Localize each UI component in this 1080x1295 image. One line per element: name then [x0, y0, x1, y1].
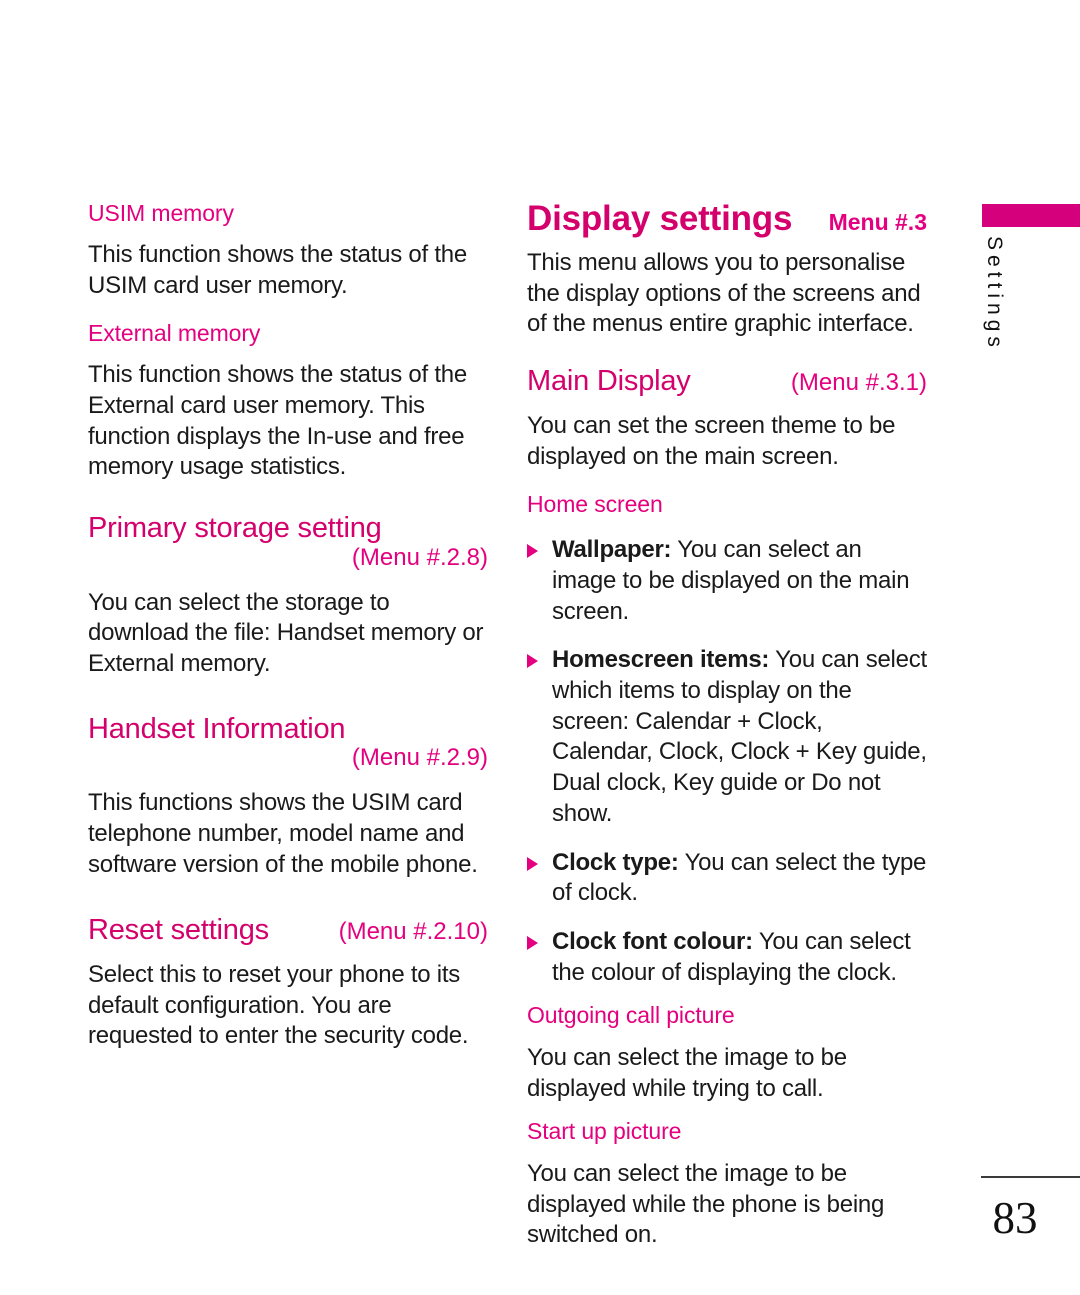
bullet-text: You can select which items to display on…: [552, 646, 927, 827]
right-column: Display settings Menu #.3 This menu allo…: [527, 200, 927, 1251]
heading-primary-storage-setting: Primary storage setting: [88, 512, 382, 545]
bullet-term: Clock type:: [552, 848, 679, 876]
footer-divider: [981, 1176, 1080, 1178]
bullet-wallpaper: Wallpaper: You can select an image to be…: [527, 535, 927, 627]
menu-ref-main-display: (Menu #.3.1): [790, 368, 927, 396]
triangle-bullet-icon: [527, 654, 538, 669]
body-primary-storage-setting: You can select the storage to download t…: [88, 588, 484, 678]
heading-row-display-settings: Display settings Menu #.3: [527, 200, 927, 238]
body-external-memory: This function shows the status of the Ex…: [88, 361, 467, 481]
bullet-clock-font-colour: Clock font colour: You can select the co…: [527, 927, 927, 988]
heading-external-memory: External memory: [88, 319, 261, 346]
menu-ref-reset-settings: (Menu #.2.10): [338, 917, 488, 945]
triangle-bullet-icon: [527, 856, 538, 871]
body-usim-memory: This function shows the status of the US…: [88, 241, 467, 300]
heading-main-display: Main Display: [527, 364, 691, 397]
bullet-term: Wallpaper:: [552, 536, 672, 564]
body-handset-information: This functions shows the USIM card telep…: [88, 789, 478, 878]
left-column: USIM memory This function shows the stat…: [88, 200, 488, 1052]
bullet-clock-type: Clock type: You can select the type of c…: [527, 848, 927, 909]
heading-reset-settings: Reset settings: [88, 913, 269, 946]
heading-display-settings: Display settings: [527, 199, 793, 238]
bullet-term: Homescreen items:: [552, 646, 770, 674]
triangle-bullet-icon: [527, 936, 538, 951]
heading-handset-information: Handset Information: [88, 712, 346, 745]
section-tab-bar: [982, 204, 1080, 227]
body-start-up-picture: You can select the image to be displayed…: [527, 1159, 885, 1249]
triangle-bullet-icon: [527, 544, 538, 559]
body-main-display: You can set the screen theme to be displ…: [527, 412, 896, 470]
bullet-term: Clock font colour:: [552, 928, 753, 956]
section-tab-label: Settings: [983, 236, 1006, 352]
menu-ref-display-settings: Menu #.3: [828, 209, 927, 235]
page-number: 83: [992, 1193, 1038, 1243]
heading-home-screen: Home screen: [527, 490, 663, 517]
heading-row-main-display: Main Display (Menu #.3.1): [527, 364, 927, 397]
body-reset-settings: Select this to reset your phone to its d…: [88, 960, 469, 1050]
heading-usim-memory: USIM memory: [88, 200, 234, 226]
manual-page: USIM memory This function shows the stat…: [0, 0, 1080, 1295]
body-outgoing-call-picture: You can select the image to be displayed…: [527, 1043, 847, 1102]
menu-ref-primary-storage-setting: (Menu #.2.8): [351, 543, 488, 571]
heading-start-up-picture: Start up picture: [527, 1118, 682, 1145]
heading-outgoing-call-picture: Outgoing call picture: [527, 1002, 735, 1029]
body-display-settings: This menu allows you to personalise the …: [527, 248, 921, 338]
bullet-homescreen-items: Homescreen items: You can select which i…: [527, 645, 927, 829]
heading-row-reset-settings: Reset settings (Menu #.2.10): [88, 913, 488, 946]
menu-ref-handset-information: (Menu #.2.9): [351, 744, 488, 772]
